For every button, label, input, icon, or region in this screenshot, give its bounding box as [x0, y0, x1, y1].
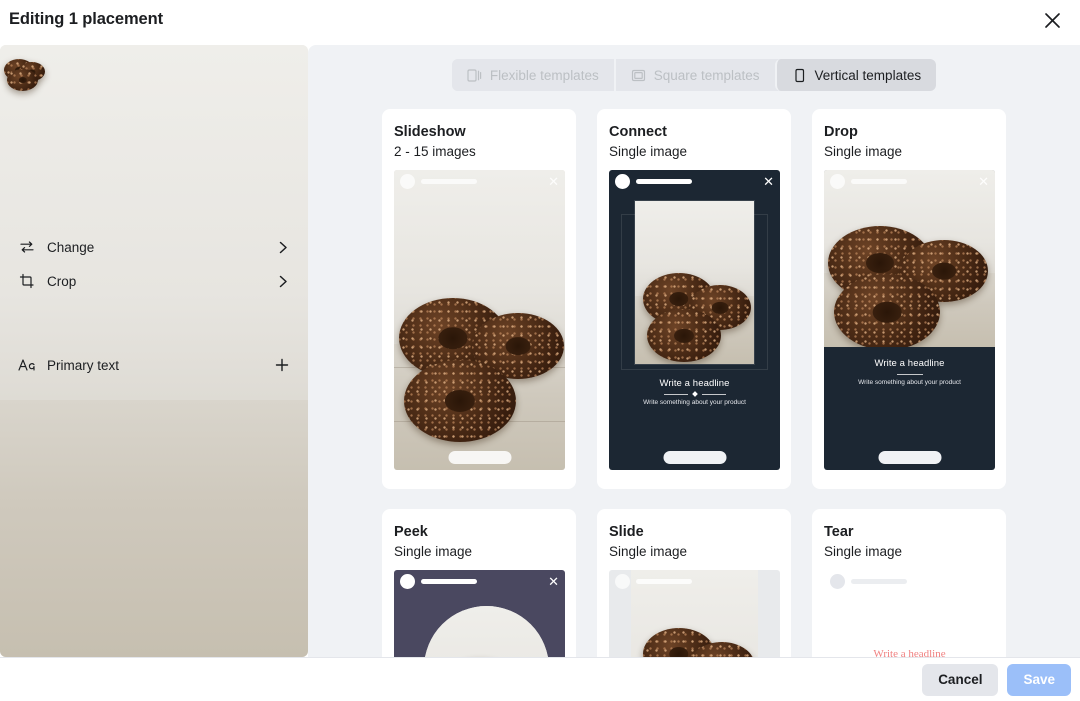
template-name: Tear	[824, 524, 854, 540]
divider-diamond	[663, 391, 726, 397]
template-subtitle: Single image	[609, 144, 688, 159]
sidebar-item-label: Crop	[47, 273, 77, 289]
template-preview-peek: ✕	[394, 570, 565, 657]
plus-icon[interactable]	[273, 356, 291, 374]
template-card-slideshow[interactable]: Slideshow 2 - 15 images ✕	[382, 109, 576, 489]
avatar	[830, 573, 845, 589]
template-subtitle: Single image	[824, 544, 903, 559]
sidebar-item-change[interactable]: Change	[9, 230, 299, 264]
placeholder-bar	[421, 578, 477, 584]
preview-post-chrome: ✕	[394, 170, 565, 192]
sidebar-item-label: Change	[47, 239, 95, 255]
dialog-header: Editing 1 placement	[0, 0, 1080, 45]
swap-arrows-icon	[17, 237, 37, 257]
tab-vertical-templates[interactable]: Vertical templates	[774, 59, 937, 91]
template-name: Slideshow	[394, 124, 466, 140]
template-type-tabs: Flexible templates Square templates Vert…	[308, 45, 1080, 91]
close-icon[interactable]: ✕	[978, 175, 989, 188]
placeholder-bar	[636, 178, 692, 184]
dialog-footer: Cancel Save	[0, 657, 1080, 701]
avatar	[830, 173, 845, 189]
template-subtitle: 2 - 15 images	[394, 144, 476, 159]
template-preview-tear: Write a headline Write something about y…	[824, 570, 995, 657]
sidebar: Templates Turn into video Media	[0, 45, 308, 657]
template-name: Connect	[609, 124, 667, 140]
cta-button[interactable]	[663, 451, 726, 464]
sidebar-item-crop[interactable]: Crop	[9, 264, 299, 298]
template-preview-slideshow: ✕	[394, 170, 565, 470]
template-subtitle: Single image	[824, 144, 903, 159]
tab-label: Vertical templates	[814, 67, 922, 83]
flexible-template-icon	[467, 68, 482, 83]
preview-post-chrome: ✕	[609, 170, 780, 192]
template-name: Drop	[824, 124, 858, 140]
template-subtitle: Single image	[394, 544, 473, 559]
tab-flexible-templates[interactable]: Flexible templates	[451, 59, 614, 91]
media-thumbnail	[0, 45, 308, 657]
templates-preview-panel: Flexible templates Square templates Vert…	[308, 45, 1080, 657]
save-button[interactable]: Save	[1007, 663, 1071, 696]
template-card-grid: Slideshow 2 - 15 images ✕ Connect Single…	[308, 91, 1080, 657]
avatar	[400, 173, 415, 189]
avatar	[615, 573, 630, 589]
preview-headline: Write a headline	[873, 648, 946, 657]
placeholder-bar	[421, 178, 477, 184]
template-preview-drop: Write a headline Write something about y…	[824, 170, 995, 470]
editing-placement-dialog: Editing 1 placement Templates Turn into …	[0, 0, 1080, 701]
cta-button[interactable]	[448, 451, 511, 464]
avatar	[615, 173, 630, 189]
avatar	[400, 573, 415, 589]
preview-post-chrome	[609, 570, 780, 592]
preview-post-chrome: ✕	[824, 170, 995, 192]
template-preview-connect: Write a headline Write something about y…	[609, 170, 780, 470]
close-icon[interactable]: ✕	[548, 175, 559, 188]
template-subtitle: Single image	[609, 544, 688, 559]
crop-icon	[17, 271, 37, 291]
template-preview-slide	[609, 570, 780, 657]
close-icon	[1044, 12, 1061, 32]
media-section: Media donuts.jpg 1080 × 1350	[0, 45, 308, 657]
media-file-item[interactable]: donuts.jpg 1080 × 1350	[0, 45, 308, 657]
cta-button[interactable]	[878, 451, 941, 464]
tab-label: Square templates	[653, 67, 760, 83]
template-name: Peek	[394, 524, 428, 540]
placeholder-bar	[851, 178, 907, 184]
chevron-right-icon	[275, 273, 291, 289]
template-card-drop[interactable]: Drop Single image Write a headline Write…	[812, 109, 1006, 489]
close-icon[interactable]: ✕	[548, 575, 559, 588]
preview-headline: Write a headline	[874, 358, 945, 369]
cancel-button[interactable]: Cancel	[922, 663, 999, 696]
chevron-right-icon	[275, 239, 291, 255]
preview-headline: Write a headline	[659, 378, 730, 389]
template-name: Slide	[609, 524, 644, 540]
tab-square-templates[interactable]: Square templates	[613, 59, 775, 91]
close-button[interactable]	[1036, 6, 1068, 38]
square-template-icon	[631, 68, 646, 83]
template-card-peek[interactable]: Peek Single image ✕	[382, 509, 576, 657]
sidebar-item-primary-text[interactable]: Primary text	[9, 348, 299, 382]
preview-post-chrome	[824, 570, 995, 592]
tab-label: Flexible templates	[489, 67, 599, 83]
preview-post-chrome: ✕	[394, 570, 565, 592]
page-title: Editing 1 placement	[9, 10, 163, 28]
template-card-slide[interactable]: Slide Single image	[597, 509, 791, 657]
sidebar-item-label: Primary text	[47, 357, 120, 373]
close-icon[interactable]: ✕	[763, 175, 774, 188]
placeholder-bar	[636, 578, 692, 584]
preview-subtext: Write something about your product	[858, 379, 961, 386]
preview-subtext: Write something about your product	[643, 399, 746, 406]
template-card-connect[interactable]: Connect Single image Write a headline Wr…	[597, 109, 791, 489]
template-card-tear[interactable]: Tear Single image Write a headline Write…	[812, 509, 1006, 657]
vertical-template-icon	[792, 68, 807, 83]
placeholder-bar	[851, 578, 907, 584]
divider-line	[896, 374, 923, 375]
text-aa-icon	[17, 355, 37, 375]
